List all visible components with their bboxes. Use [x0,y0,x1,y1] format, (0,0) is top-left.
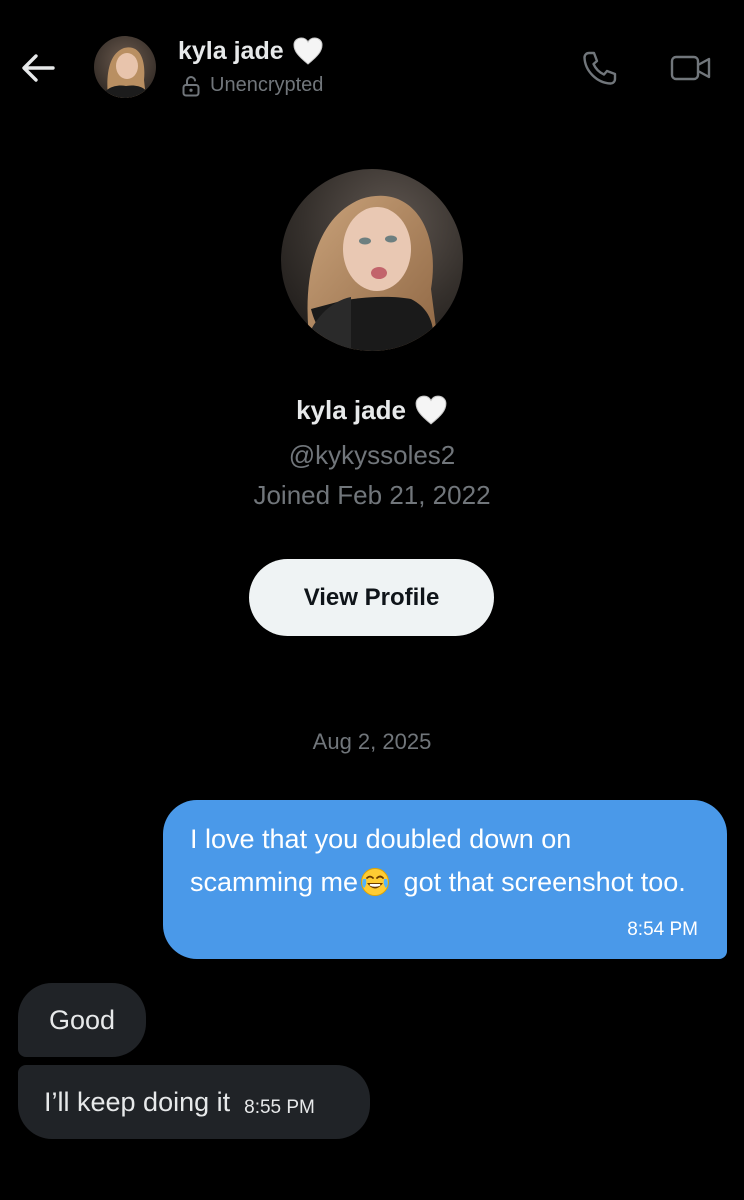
arrow-left-icon [22,54,55,82]
video-call-button[interactable] [666,46,716,90]
unlocked-padlock-icon [182,75,200,96]
voice-call-button[interactable] [578,46,622,90]
conversation-date: Aug 2, 2025 [312,729,432,754]
face-with-tears-of-joy-icon [361,868,390,896]
header-name-text: kyla jade [178,36,284,65]
profile-name: kyla jade [0,394,744,426]
video-camera-icon [670,55,711,81]
view-profile-button[interactable]: View Profile [249,559,494,636]
white-heart-icon [293,37,323,65]
encryption-status: Unencrypted [180,74,323,97]
profile-handle: @kykyssoles2 [288,440,456,470]
header-avatar[interactable] [94,36,156,98]
header-contact-name[interactable]: kyla jade [178,36,324,66]
phone-icon [583,51,617,85]
message-text: I’ll keep doing it [44,1086,231,1117]
message-timestamp: 8:55 PM [244,1097,315,1118]
encryption-status-text: Unencrypted [210,74,324,96]
message-text: I love that you doubled down on scamming… [190,818,700,904]
incoming-message[interactable]: Good [18,983,146,1057]
message-text-part-2: got that screenshot too. [396,867,686,897]
outgoing-message[interactable]: I love that you doubled down on scamming… [163,800,727,959]
profile-name-text: kyla jade [296,394,406,425]
incoming-message[interactable]: I’ll keep doing it 8:55 PM [18,1065,370,1139]
message-timestamp: 8:54 PM [627,919,698,940]
profile-avatar[interactable] [281,169,463,351]
profile-joined-date: Joined Feb 21, 2022 [253,480,491,510]
message-text: Good [48,1004,116,1035]
back-button[interactable] [16,46,60,90]
white-heart-icon [415,395,447,425]
